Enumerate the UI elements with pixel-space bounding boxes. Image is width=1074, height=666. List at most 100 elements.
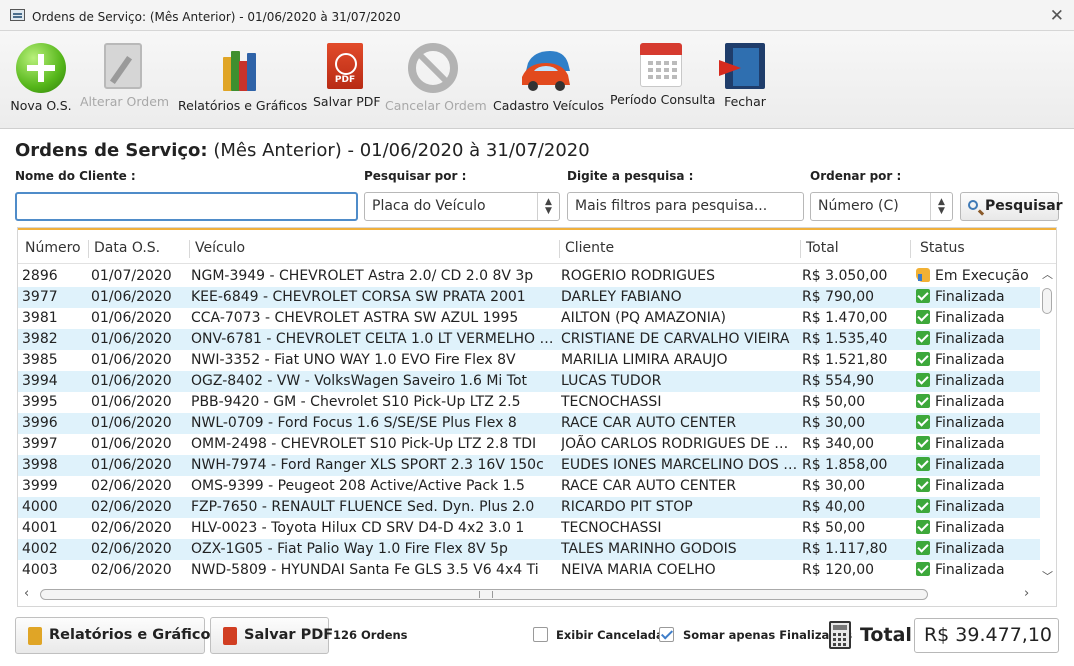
order-count: 126 Ordens [333,628,408,642]
status-text: Finalizada [935,436,1005,452]
status-cell: Finalizada [916,539,1040,560]
check-icon [916,457,930,471]
client-cell: JOÃO CARLOS RODRIGUES DE MELO [561,436,799,452]
app-icon [10,9,25,21]
column-header[interactable]: Data O.S. [94,240,160,256]
cancel-order-button[interactable]: Cancelar Ordem [385,43,487,113]
table-row[interactable]: 4001 02/06/2020 HLV-0023 - Toyota Hilux CD… [18,518,1040,539]
date-cell: 02/06/2020 [91,541,172,557]
date-cell: 02/06/2020 [91,499,172,515]
column-header[interactable]: Número [25,240,81,256]
search-by-select[interactable]: Placa do Veículo ▲ ▼ [364,192,560,221]
status-cell: Finalizada [916,392,1040,413]
close-icon[interactable]: ✕ [1050,6,1064,26]
status-cell: Em Execução [916,266,1040,287]
period-button[interactable]: Período Consulta [610,43,715,107]
save-pdf-label: Salvar PDF [313,94,381,109]
close-button[interactable]: Fechar [719,43,768,109]
check-icon [916,352,930,366]
horizontal-scrollbar[interactable]: ‹ › [18,584,1056,606]
status-cell: Finalizada [916,434,1040,455]
vertical-scrollbar[interactable]: ︿ ﹀ [1038,266,1056,584]
number-cell: 3985 [22,352,58,368]
number-cell: 3995 [22,394,58,410]
scroll-left-icon[interactable]: ‹ [24,586,29,601]
table-row[interactable]: 3999 02/06/2020 OMS-9399 - Peugeot 208 Act… [18,476,1040,497]
total-cell: R$ 790,00 [802,289,875,305]
number-cell: 4001 [22,520,58,536]
table-row[interactable]: 3994 01/06/2020 OGZ-8402 - VW - VolksWagen… [18,371,1040,392]
footer-pdf-button[interactable]: Salvar PDF [210,617,333,654]
scrollbar-thumb[interactable] [1042,288,1052,314]
client-cell: RICARDO PIT STOP [561,499,693,515]
vehicle-cell: FZP-7650 - RENAULT FLUENCE Sed. Dyn. Plu… [191,499,535,515]
check-icon [916,499,930,513]
client-cell: RACE CAR AUTO CENTER [561,478,737,494]
calculator-icon [829,621,851,649]
status-text: Finalizada [935,331,1005,347]
vehicle-cell: NWH-7974 - Ford Ranger XLS SPORT 2.3 16V… [191,457,544,473]
scrollbar-thumb[interactable] [40,589,928,600]
table-body: 2896 01/07/2020 NGM-3949 - CHEVROLET Astra… [18,266,1040,581]
table-row[interactable]: 4003 02/06/2020 NWD-5809 - HYUNDAI Santa F… [18,560,1040,581]
scroll-down-icon[interactable]: ﹀ [1042,568,1053,584]
table-row[interactable]: 3995 01/06/2020 PBB-9420 - GM - Chevrolet … [18,392,1040,413]
reports-button[interactable]: Relatórios e Gráficos [178,43,307,113]
status-cell: Finalizada [916,350,1040,371]
new-order-button[interactable]: Nova O.S. [10,43,72,113]
scroll-right-icon[interactable]: › [1024,586,1029,601]
query-input[interactable]: Mais filtros para pesquisa... [567,192,804,221]
status-text: Finalizada [935,520,1005,536]
column-header[interactable]: Total [806,240,839,256]
status-text: Finalizada [935,289,1005,305]
books-icon [28,627,42,645]
show-cancelled-checkbox[interactable] [533,627,548,642]
status-text: Finalizada [935,499,1005,515]
edit-order-button[interactable]: Alterar Ordem [80,43,169,109]
table-row[interactable]: 4002 02/06/2020 OZX-1G05 - Fiat Palio Way … [18,539,1040,560]
total-cell: R$ 1.117,80 [802,541,888,557]
total-cell: R$ 3.050,00 [802,268,888,284]
column-header[interactable]: Status [920,240,965,256]
client-cell: AILTON (PQ AMAZONIA) [561,310,726,326]
table-row[interactable]: 2896 01/07/2020 NGM-3949 - CHEVROLET Astra… [18,266,1040,287]
save-pdf-button[interactable]: Salvar PDF [313,43,381,109]
order-label: Ordenar por : [810,169,902,183]
check-icon [916,310,930,324]
table-row[interactable]: 3982 01/06/2020 ONV-6781 - CHEVROLET CELTA… [18,329,1040,350]
table-row[interactable]: 3996 01/06/2020 NWL-0709 - Ford Focus 1.6 … [18,413,1040,434]
table-row[interactable]: 3997 01/06/2020 OMM-2498 - CHEVROLET S10 P… [18,434,1040,455]
number-cell: 3977 [22,289,58,305]
total-label: Total: [860,624,920,646]
client-input[interactable] [15,192,358,221]
scroll-up-icon[interactable]: ︿ [1042,266,1053,282]
sum-finalized-checkbox[interactable] [659,627,674,642]
status-cell: Finalizada [916,560,1040,581]
pdf-icon [223,627,237,645]
total-cell: R$ 1.470,00 [802,310,888,326]
status-text: Finalizada [935,352,1005,368]
total-value: R$ 39.477,10 [914,618,1059,653]
footer-reports-button[interactable]: Relatórios e Gráficos [15,617,219,654]
status-cell: Finalizada [916,476,1040,497]
total-cell: R$ 30,00 [802,415,866,431]
status-text: Finalizada [935,310,1005,326]
table-row[interactable]: 3981 01/06/2020 CCA-7073 - CHEVROLET ASTRA… [18,308,1040,329]
table-row[interactable]: 3977 01/06/2020 KEE-6849 - CHEVROLET CORSA… [18,287,1040,308]
table-row[interactable]: 3998 01/06/2020 NWH-7974 - Ford Ranger XLS… [18,455,1040,476]
total-cell: R$ 30,00 [802,478,866,494]
vehicle-cell: NWI-3352 - Fiat UNO WAY 1.0 EVO Fire Fle… [191,352,516,368]
column-header[interactable]: Veículo [195,240,245,256]
order-select[interactable]: Número (C) ▲ ▼ [810,192,953,221]
total-cell: R$ 1.858,00 [802,457,888,473]
search-button[interactable]: Pesquisar [960,192,1063,221]
table-row[interactable]: 4000 02/06/2020 FZP-7650 - RENAULT FLUENCE… [18,497,1040,518]
vehicle-cell: OMS-9399 - Peugeot 208 Active/Active Pac… [191,478,525,494]
column-header[interactable]: Cliente [565,240,614,256]
vehicles-button[interactable]: Cadastro Veículos [493,43,604,113]
table-row[interactable]: 3985 01/06/2020 NWI-3352 - Fiat UNO WAY 1.… [18,350,1040,371]
date-cell: 02/06/2020 [91,562,172,578]
search-by-value: Placa do Veículo [372,198,486,214]
status-text: Finalizada [935,478,1005,494]
cars-icon [520,43,574,93]
